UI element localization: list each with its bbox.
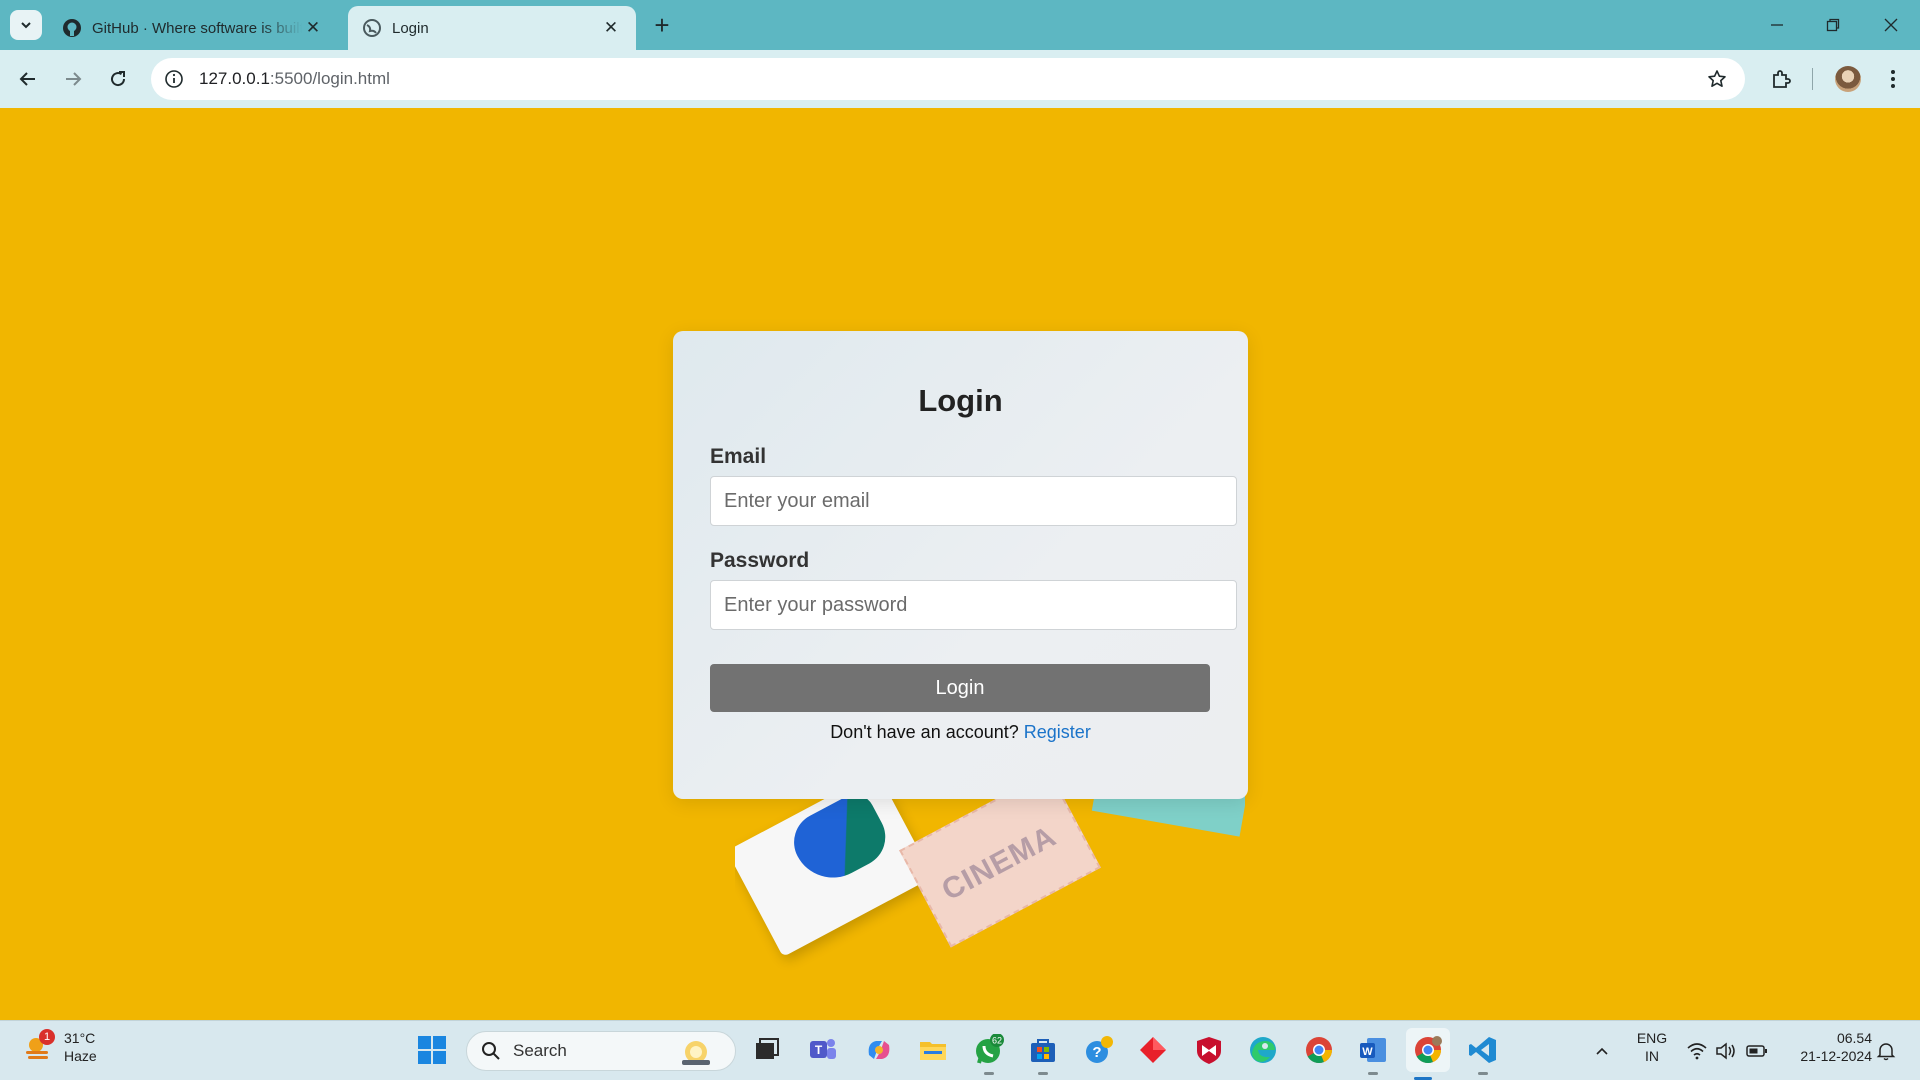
windows-taskbar: 1 31°C Haze Search T 62 ? W ENG IN 06.54… bbox=[0, 1020, 1920, 1080]
profile-avatar[interactable] bbox=[1833, 64, 1863, 94]
tab-title: GitHub · Where software is built bbox=[92, 19, 302, 37]
help-icon[interactable]: ? bbox=[1082, 1033, 1116, 1067]
tab-search-button[interactable] bbox=[10, 10, 42, 40]
language-bottom: IN bbox=[1645, 1048, 1659, 1064]
chrome-icon[interactable] bbox=[1302, 1033, 1336, 1067]
svg-text:T: T bbox=[815, 1043, 823, 1057]
vscode-icon[interactable] bbox=[1466, 1033, 1500, 1075]
cinema-ticket-image: CINEMA bbox=[899, 784, 1101, 948]
tab-login[interactable]: Login ✕ bbox=[348, 6, 636, 50]
whatsapp-icon[interactable]: 62 bbox=[972, 1033, 1006, 1075]
close-icon[interactable]: ✕ bbox=[600, 17, 622, 39]
restore-icon[interactable] bbox=[1818, 10, 1848, 40]
search-label: Search bbox=[513, 1041, 567, 1060]
url-text: 127.0.0.1:5500/login.html bbox=[199, 69, 390, 89]
teams-icon[interactable]: T bbox=[806, 1033, 840, 1067]
back-icon[interactable] bbox=[13, 64, 43, 94]
avatar bbox=[1835, 66, 1861, 92]
browser-tab-bar: GitHub · Where software is built ✕ Login… bbox=[0, 0, 1920, 50]
microsoft-store-icon[interactable] bbox=[1026, 1033, 1060, 1075]
close-window-icon[interactable] bbox=[1876, 10, 1906, 40]
toolbar-divider bbox=[1812, 68, 1813, 90]
word-icon[interactable]: W bbox=[1356, 1033, 1390, 1075]
clock-time: 06.54 bbox=[1836, 1030, 1872, 1046]
page-background: CINEMA Login Email Password Login Don't … bbox=[0, 108, 1920, 1020]
search-icon bbox=[482, 1042, 500, 1060]
address-bar[interactable]: 127.0.0.1:5500/login.html bbox=[151, 58, 1745, 100]
copilot-icon[interactable] bbox=[862, 1033, 896, 1067]
globe-icon bbox=[362, 18, 382, 38]
browser-toolbar: 127.0.0.1:5500/login.html bbox=[0, 50, 1920, 108]
login-title: Login bbox=[918, 383, 1003, 418]
language-top: ENG bbox=[1636, 1030, 1668, 1046]
battery-icon[interactable] bbox=[1745, 1039, 1769, 1063]
tab-title: Login bbox=[392, 19, 429, 37]
svg-text:W: W bbox=[1362, 1046, 1373, 1058]
close-icon[interactable]: ✕ bbox=[302, 17, 324, 39]
extensions-icon[interactable] bbox=[1766, 64, 1796, 94]
url-host: 127.0.0.1 bbox=[199, 69, 270, 88]
mcafee-icon[interactable] bbox=[1192, 1033, 1226, 1067]
github-icon bbox=[62, 18, 82, 38]
login-card: Login Email Password Login Don't have an… bbox=[673, 331, 1248, 799]
edge-icon[interactable] bbox=[1246, 1033, 1280, 1067]
whatsapp-badge: 62 bbox=[992, 1036, 1002, 1046]
clock-date: 21-12-2024 bbox=[1800, 1048, 1872, 1064]
register-prompt: Don't have an account? Register bbox=[673, 722, 1248, 743]
3d-glasses-image bbox=[735, 784, 934, 957]
weather-widget[interactable]: 1 31°C Haze bbox=[22, 1029, 97, 1065]
weather-desc: Haze bbox=[64, 1048, 97, 1064]
new-tab-button[interactable]: + bbox=[648, 12, 676, 40]
volume-icon[interactable] bbox=[1714, 1039, 1738, 1063]
task-view-icon[interactable] bbox=[750, 1033, 784, 1067]
weather-badge: 1 bbox=[39, 1029, 55, 1045]
file-explorer-icon[interactable] bbox=[916, 1033, 950, 1067]
search-highlight-icon bbox=[682, 1041, 710, 1065]
register-prompt-text: Don't have an account? bbox=[830, 722, 1019, 742]
chevron-up-icon[interactable] bbox=[1590, 1039, 1614, 1063]
minimize-icon[interactable] bbox=[1762, 10, 1792, 40]
forward-icon[interactable] bbox=[58, 64, 88, 94]
tab-github[interactable]: GitHub · Where software is built ✕ bbox=[48, 6, 338, 50]
svg-text:?: ? bbox=[1092, 1044, 1101, 1061]
cinema-background-image: CINEMA bbox=[735, 784, 1245, 1020]
ticket-text: CINEMA bbox=[936, 819, 1062, 908]
weather-temp: 31°C bbox=[64, 1030, 96, 1046]
haze-icon: 1 bbox=[22, 1029, 55, 1063]
password-field[interactable] bbox=[710, 580, 1237, 630]
clock[interactable]: 06.54 21-12-2024 bbox=[1782, 1029, 1872, 1065]
reload-icon[interactable] bbox=[103, 64, 133, 94]
windows-start-icon[interactable] bbox=[415, 1033, 449, 1067]
wifi-icon[interactable] bbox=[1685, 1039, 1709, 1063]
taskbar-search[interactable]: Search bbox=[466, 1031, 736, 1071]
red-diamond-app-icon[interactable] bbox=[1136, 1033, 1170, 1067]
language-indicator[interactable]: ENG IN bbox=[1634, 1029, 1670, 1065]
email-field[interactable] bbox=[710, 476, 1237, 526]
chrome-profile-icon[interactable] bbox=[1406, 1028, 1450, 1080]
email-label: Email bbox=[710, 445, 767, 468]
password-label: Password bbox=[710, 549, 810, 572]
notification-bell-icon[interactable] bbox=[1874, 1039, 1898, 1063]
url-path: :5500/login.html bbox=[269, 69, 390, 88]
login-button[interactable]: Login bbox=[710, 664, 1210, 712]
register-link[interactable]: Register bbox=[1024, 722, 1091, 742]
site-info-icon[interactable] bbox=[163, 68, 185, 90]
menu-kebab-icon[interactable] bbox=[1878, 64, 1908, 94]
bookmark-star-icon[interactable] bbox=[1705, 67, 1729, 91]
chevron-down-icon bbox=[21, 22, 31, 29]
